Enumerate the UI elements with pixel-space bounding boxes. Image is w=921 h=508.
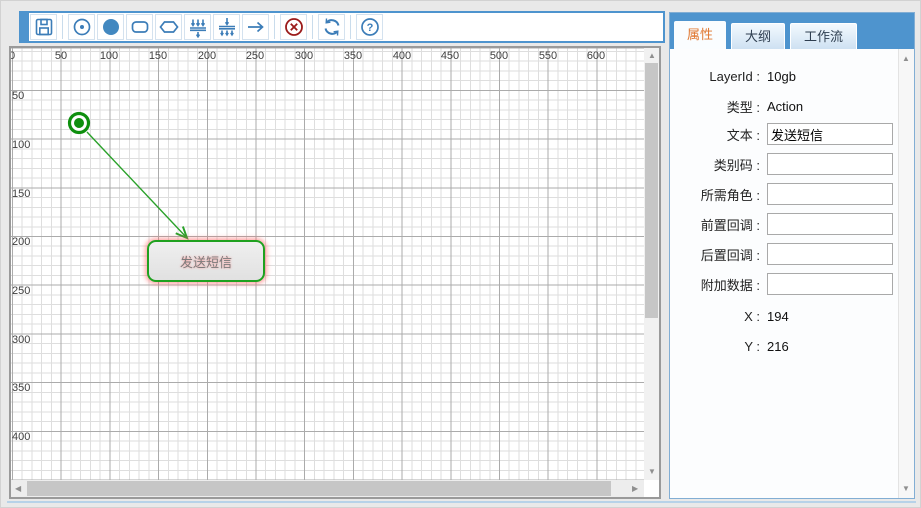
canvas-horizontal-scrollbar[interactable]: ◀ ▶: [11, 480, 644, 497]
svg-text:?: ?: [366, 22, 373, 34]
toolbar-separator: [312, 15, 313, 39]
panel-tab-bar: 属性 大纲 工作流: [670, 13, 914, 49]
properties-form: LayerId : 10gb 类型 : Action 文本 : 类别码 : 所需…: [670, 49, 899, 498]
property-row-text: 文本 :: [670, 123, 899, 145]
panel-scroll-down-icon[interactable]: ▼: [902, 485, 910, 493]
property-row-category-code: 类别码 :: [670, 153, 899, 175]
toolbar-separator: [62, 15, 63, 39]
end-node-icon: [100, 16, 122, 38]
property-row-post-callback: 后置回调 :: [670, 243, 899, 265]
post-callback-label: 后置回调 :: [670, 245, 760, 264]
property-row-y: Y : 216: [670, 335, 899, 357]
join-icon: [216, 16, 238, 38]
vertical-scroll-thumb[interactable]: [645, 63, 658, 318]
canvas-frame: 0 50 100 150 200 250 300 350 400 450 500…: [9, 46, 661, 499]
category-code-field[interactable]: [767, 153, 893, 175]
window-bottom-border: [7, 501, 916, 503]
tab-outline[interactable]: 大纲: [731, 23, 785, 49]
fork-button[interactable]: [184, 14, 211, 40]
horizontal-scroll-thumb[interactable]: [27, 481, 611, 496]
delete-button[interactable]: [280, 14, 307, 40]
layerid-label: LayerId :: [670, 69, 760, 84]
refresh-icon: [321, 16, 343, 38]
pre-callback-label: 前置回调 :: [670, 215, 760, 234]
join-button[interactable]: [213, 14, 240, 40]
end-node-button[interactable]: [97, 14, 124, 40]
transition-connector[interactable]: [87, 132, 187, 238]
decision-node-button[interactable]: [155, 14, 182, 40]
category-code-label: 类别码 :: [670, 155, 760, 174]
extra-data-field[interactable]: [767, 273, 893, 295]
scroll-right-icon[interactable]: ▶: [632, 485, 638, 493]
scroll-left-icon[interactable]: ◀: [15, 485, 21, 493]
canvas-vertical-scrollbar[interactable]: ▲ ▼: [644, 48, 659, 480]
type-label: 类型 :: [670, 97, 760, 116]
tab-properties[interactable]: 属性: [674, 21, 726, 49]
help-icon: ?: [359, 16, 381, 38]
fork-icon: [187, 16, 209, 38]
scroll-down-icon[interactable]: ▼: [648, 468, 656, 476]
action-node-label: 发送短信: [180, 252, 232, 271]
tab-workflow[interactable]: 工作流: [790, 23, 857, 49]
scrollbar-corner: [644, 480, 659, 497]
property-row-type: 类型 : Action: [670, 95, 899, 117]
toolbar-separator: [350, 15, 351, 39]
pre-callback-field[interactable]: [767, 213, 893, 235]
transition-arrow-button[interactable]: [242, 14, 269, 40]
start-node[interactable]: [70, 114, 89, 133]
y-value: 216: [767, 339, 789, 354]
post-callback-field[interactable]: [767, 243, 893, 265]
type-value: Action: [767, 99, 803, 114]
help-button[interactable]: ?: [356, 14, 383, 40]
layerid-value: 10gb: [767, 69, 796, 84]
property-row-x: X : 194: [670, 305, 899, 327]
start-node-button[interactable]: [68, 14, 95, 40]
task-node-icon: [129, 16, 151, 38]
start-node-icon: [71, 16, 93, 38]
connector-layer: [11, 48, 644, 480]
delete-icon: [283, 16, 305, 38]
action-node[interactable]: 发送短信: [147, 240, 265, 282]
required-role-field[interactable]: [767, 183, 893, 205]
right-arrow-icon: [245, 16, 267, 38]
x-label: X :: [670, 309, 760, 324]
refresh-button[interactable]: [318, 14, 345, 40]
required-role-label: 所需角色 :: [670, 185, 760, 204]
scroll-up-icon[interactable]: ▲: [648, 52, 656, 60]
x-value: 194: [767, 309, 789, 324]
panel-scroll-up-icon[interactable]: ▲: [902, 55, 910, 63]
properties-panel: 属性 大纲 工作流 LayerId : 10gb 类型 : Action 文本 …: [669, 12, 915, 499]
property-row-extra-data: 附加数据 :: [670, 273, 899, 295]
save-icon: [33, 16, 55, 38]
property-row-layerid: LayerId : 10gb: [670, 65, 899, 87]
task-node-button[interactable]: [126, 14, 153, 40]
toolbar-separator: [274, 15, 275, 39]
toolbar: ?: [19, 11, 665, 43]
save-button[interactable]: [30, 14, 57, 40]
y-label: Y :: [670, 339, 760, 354]
property-row-pre-callback: 前置回调 :: [670, 213, 899, 235]
extra-data-label: 附加数据 :: [670, 275, 760, 294]
diagram-canvas[interactable]: 0 50 100 150 200 250 300 350 400 450 500…: [11, 48, 644, 480]
text-field[interactable]: [767, 123, 893, 145]
property-row-required-role: 所需角色 :: [670, 183, 899, 205]
text-label: 文本 :: [670, 125, 760, 144]
panel-scrollbar[interactable]: ▲ ▼: [898, 49, 914, 498]
workflow-designer-window: ? 0 50 100 150 200 250 300 350 400 450 5…: [0, 0, 921, 508]
hexagon-icon: [158, 16, 180, 38]
